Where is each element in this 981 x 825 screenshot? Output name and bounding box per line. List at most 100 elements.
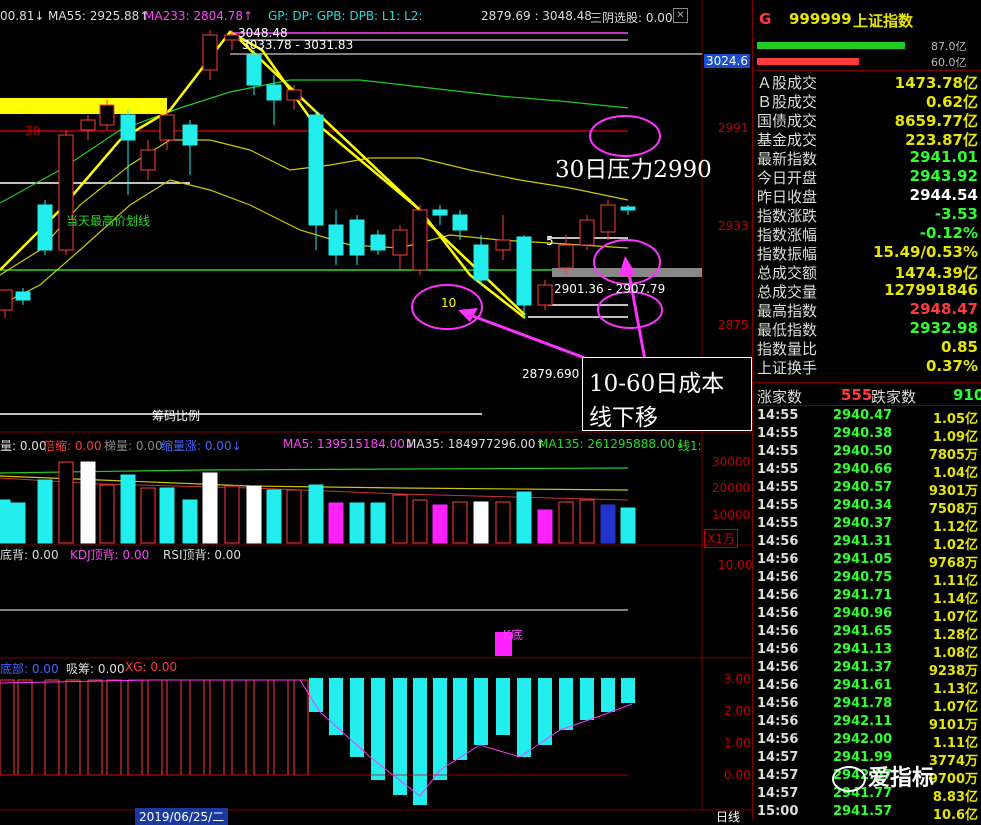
volume-bar [266,489,282,544]
circle-low [597,291,663,329]
volume-bar [308,484,324,544]
chip-ratio-label: 筹码比例 [152,409,201,423]
macd-axis-tick: 2.00 [724,704,751,718]
low-label: 2879.690 [522,367,580,381]
quote-row: 上证换手 0.37% [757,357,978,377]
vol-step: 梯量: 0.00 [104,439,163,453]
cost-line-text-1: 10-60日成本 [589,371,725,397]
volume-bar [579,499,595,544]
candle-body [80,119,96,131]
tick-time: 14:56 [757,552,799,567]
quote-label: 最新指数 [757,150,818,168]
candle-body [286,89,302,101]
tick-volume: 9238万 [928,664,978,679]
quote-label: 昨日收盘 [757,188,818,206]
tick-price: 2940.50 [833,444,893,459]
candle-body [120,114,136,141]
tick-row: 14:55 2940.38 1.09亿 [757,426,980,445]
macd-bar [189,679,205,776]
vol-ma35: MA35: 184977296.00↑ [406,437,546,451]
quote-label: Ａ股成交 [757,74,818,92]
quote-row: 指数量比 0.85 [757,338,978,358]
candle-body [516,236,532,306]
tick-volume: 1.14亿 [932,592,978,607]
tick-time: 14:56 [757,714,799,729]
candle-body [392,229,408,256]
volume-bar [620,507,636,544]
tick-row: 14:56 2941.65 1.28亿 [757,624,980,643]
quote-value: 8659.77亿 [894,112,978,130]
candle-body [349,219,365,256]
candle-body [537,284,553,306]
tick-price: 2940.57 [833,480,893,495]
macd-bar [44,679,60,776]
vol-unit: X1万 [704,529,738,548]
macd-bar [147,679,163,776]
volume-bar [58,461,74,544]
tick-price: 2940.96 [833,606,893,621]
tick-price: 2940.47 [833,408,893,423]
tick-volume: 1.11亿 [932,574,978,589]
volume-bar [159,487,175,544]
candle-body [37,204,53,251]
level-30-label: 30 [25,124,41,138]
quote-value: 0.85 [940,338,978,356]
tick-row: 14:56 2941.71 1.14亿 [757,588,980,607]
quote-value: 15.49/0.53% [873,243,978,261]
ind-rsi: RSI顶背: 0.00 [163,548,242,562]
trend-line [0,30,526,319]
volume-bar [37,479,53,544]
candle-body [266,84,282,101]
tick-time: 14:55 [757,426,799,441]
quote-value: 223.87亿 [905,131,978,149]
down-count: 910 [953,386,981,404]
kline-chart-area[interactable]: 00.81↓ MA55: 2925.88↑ MA233: 2804.78↑ GP… [0,0,753,825]
quote-value: 0.62亿 [925,93,978,111]
quote-value: 1473.78亿 [894,74,978,92]
quote-label: 总成交额 [757,264,818,282]
tick-row: 15:00 2941.57 10.6亿 [757,804,980,823]
quote-label: 基金成交 [757,131,818,149]
macd-xg: XG: 0.00 [125,660,178,674]
ma5-legend: 00.81↓ [0,9,45,23]
vol-double: 倍缩: 0.00 [43,439,102,453]
tick-price: 2941.61 [833,678,893,693]
quote-panel: G 999999 上证指数 87.0亿 60.0亿 Ａ股成交 1473.78亿 Ｂ股… [752,0,981,823]
volume-bar [432,504,448,544]
macd-bar [413,678,427,805]
quote-label: 上证换手 [757,359,818,377]
macd-axis-tick: 1.00 [724,736,751,750]
tick-price: 2942.11 [833,714,893,729]
tick-price: 2942.00 [833,732,893,747]
tick-row: 14:55 2940.34 7508万 [757,498,980,517]
stock-code-prefix: G [759,10,772,28]
tick-row: 14:56 2941.13 1.08亿 [757,642,980,661]
price-axis-tick: 2933 [718,219,749,233]
tick-volume: 9700万 [928,772,978,787]
volume-bar [412,499,428,544]
quote-row: 总成交量 127991846 [757,281,978,301]
period-label[interactable]: 日线 [716,808,740,825]
tick-row: 14:56 2940.75 1.11亿 [757,570,980,589]
tick-price: 2941.13 [833,642,893,657]
candle-body [452,214,468,231]
volume-bar [452,501,468,544]
quote-label: 指数涨幅 [757,226,818,244]
price-axis-current: 3024.6 [704,54,750,68]
sanyin-legend: 三阴选股: 0.00 [590,11,673,25]
macd-bar [209,679,225,776]
macd-bar [293,679,309,776]
high-range-label: 3033.78 - 3031.83 [242,38,354,52]
ind-axis-tick: 10.00 [718,558,753,572]
macd-bar [87,679,103,776]
quote-value: 2932.98 [909,319,978,337]
gear-icon[interactable]: ✕ [673,8,688,23]
candle-body [140,149,156,171]
macd-axis-tick: 0.00 [724,768,751,782]
quote-label: 今日开盘 [757,169,818,187]
tick-price: 2941.31 [833,534,893,549]
tick-volume: 1.04亿 [932,466,978,481]
tick-volume: 1.02亿 [932,538,978,553]
macd-bar [453,678,467,760]
price-axis-tick: 2875 [718,318,749,332]
